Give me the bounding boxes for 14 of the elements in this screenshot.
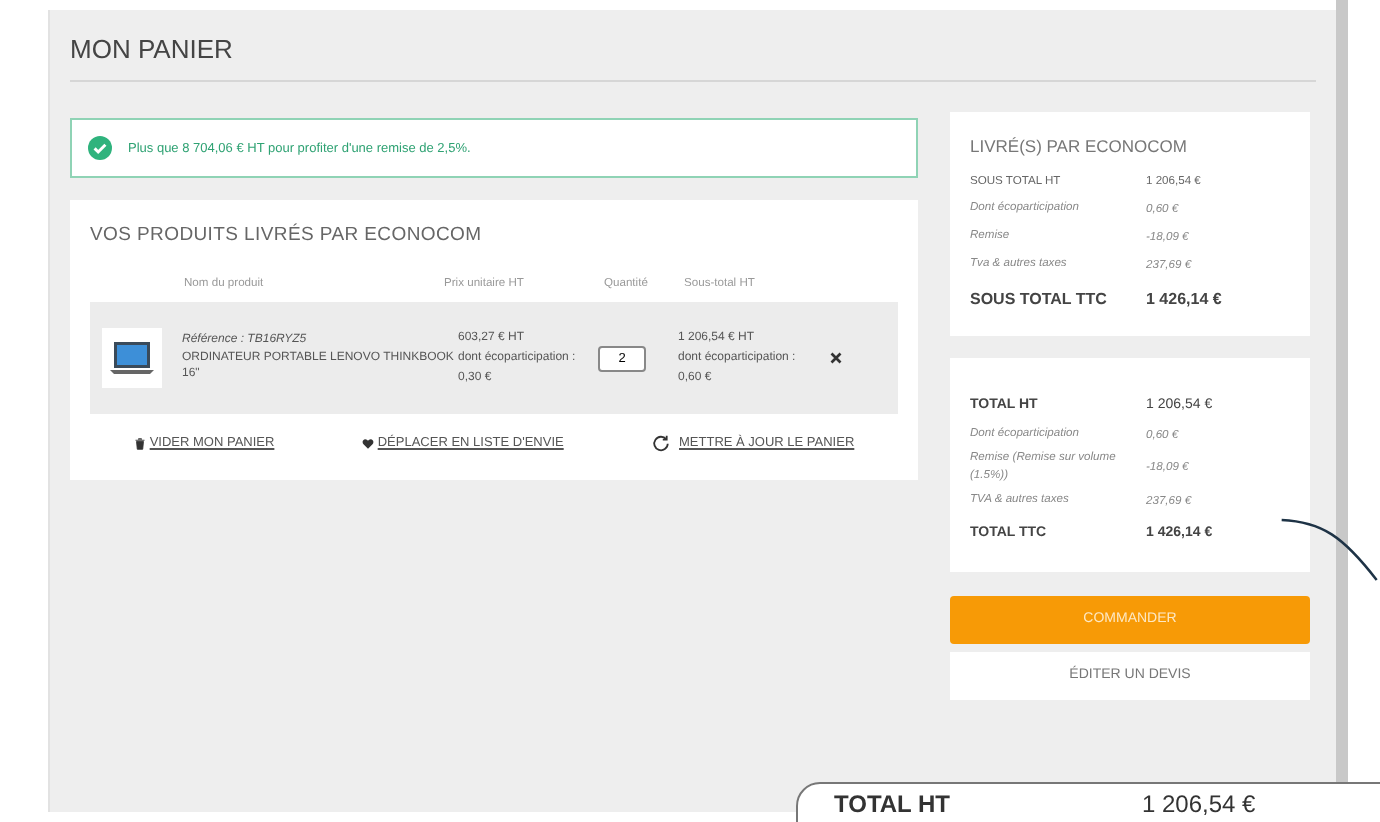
remove-icon[interactable]: [830, 352, 842, 364]
callout-value: 1 206,54 €: [1142, 790, 1256, 822]
trash-icon: [133, 437, 146, 449]
summary-label: SOUS TOTAL TTC: [970, 289, 1109, 307]
heart-icon: [361, 437, 374, 449]
leader-line: [1280, 516, 1380, 584]
callout-label: TOTAL HT: [834, 790, 950, 822]
page-title: MON PANIER: [70, 34, 1316, 82]
summary-title: LIVRÉ(S) PAR ECONOCOM: [970, 136, 1189, 156]
section-title: VOS PRODUITS LIVRÉS PAR ECONOCOM: [90, 224, 484, 246]
summary-value: 1 426,14 €: [1146, 289, 1222, 307]
refresh-icon: [651, 434, 669, 452]
laptop-icon: [102, 328, 162, 388]
check-icon: [88, 136, 112, 160]
